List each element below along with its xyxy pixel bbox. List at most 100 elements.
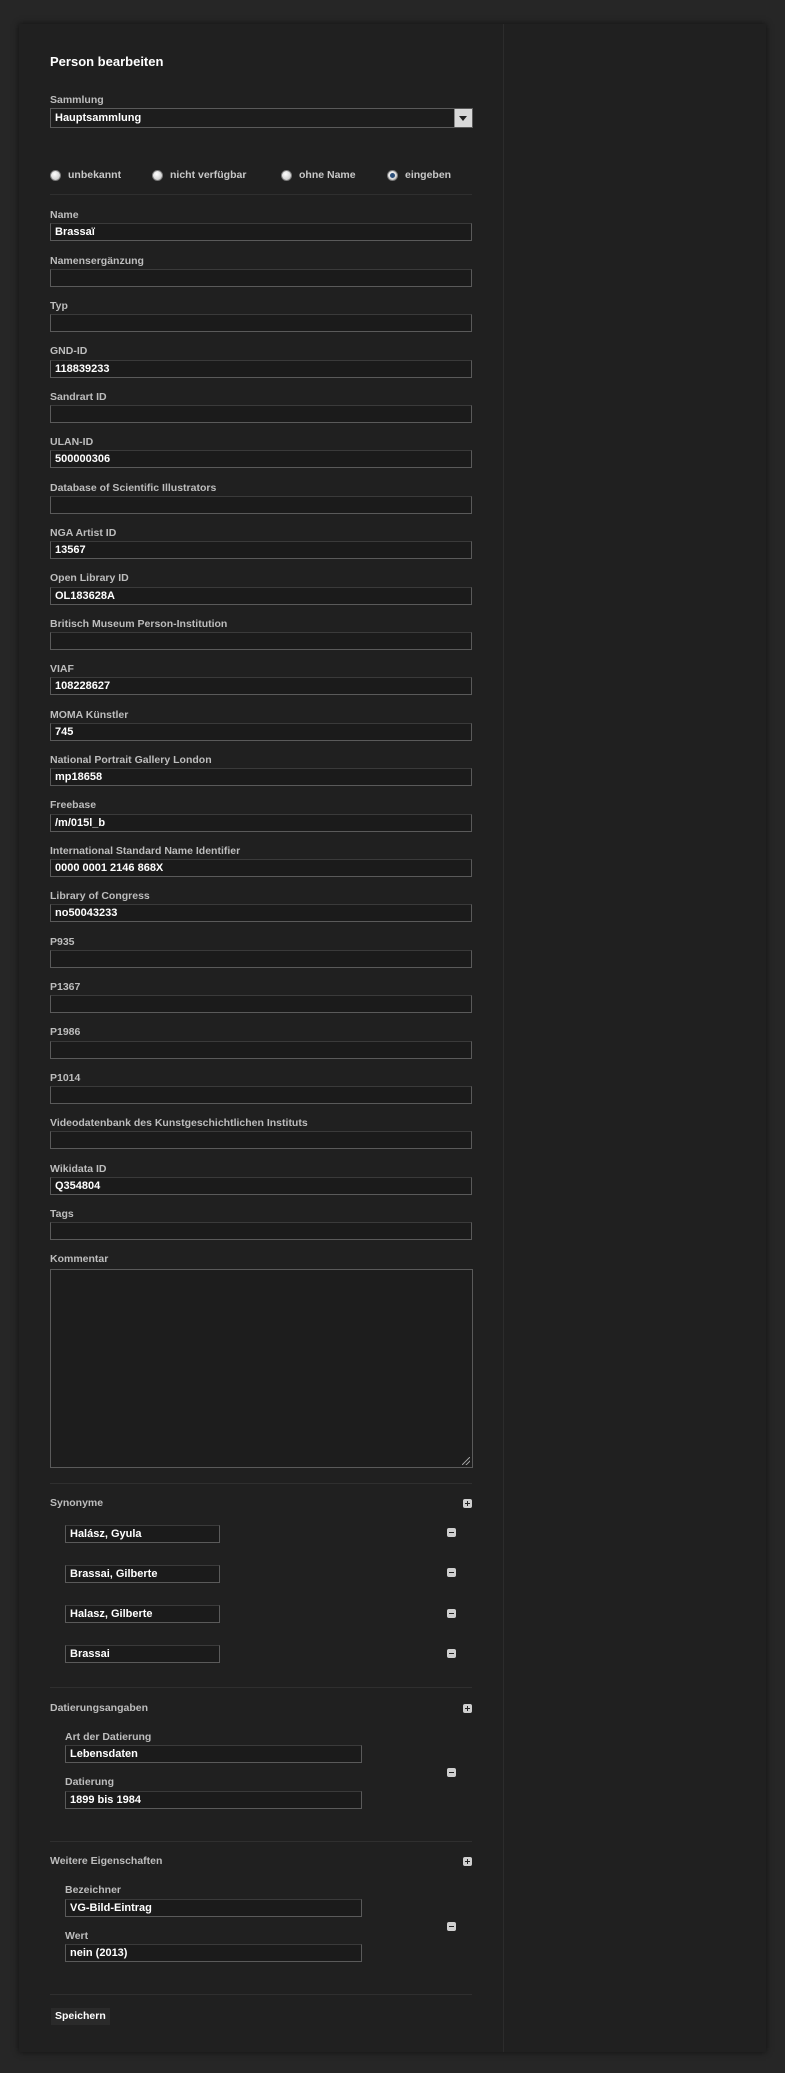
radio-label: ohne Name xyxy=(299,169,356,181)
p1986-field[interactable] xyxy=(50,1041,472,1059)
collection-value: Hauptsammlung xyxy=(55,112,142,124)
name-label: Name xyxy=(50,209,79,221)
edit-panel: Person bearbeiten Sammlung Hauptsammlung… xyxy=(19,24,766,2052)
resize-grip-icon[interactable] xyxy=(462,1457,470,1465)
radio-icon xyxy=(50,170,61,181)
divider xyxy=(50,1687,472,1688)
p935-label: P935 xyxy=(50,936,75,948)
synonyms-title: Synonyme xyxy=(50,1497,104,1509)
minus-icon xyxy=(449,1772,454,1773)
loc-label: Library of Congress xyxy=(50,890,150,902)
p935-field[interactable] xyxy=(50,950,472,968)
page-title: Person bearbeiten xyxy=(50,54,164,69)
remove-dating-button[interactable] xyxy=(447,1768,456,1777)
openlibrary-label: Open Library ID xyxy=(50,572,129,584)
tags-label: Tags xyxy=(50,1208,74,1220)
isni-field[interactable]: 0000 0001 2146 868X xyxy=(50,859,472,877)
dating-type-label: Art der Datierung xyxy=(65,1731,152,1743)
name-mode-radio-group: unbekannt nicht verfügbar ohne Name eing… xyxy=(50,169,494,183)
radio-selected-icon xyxy=(387,170,398,181)
isni-label: International Standard Name Identifier xyxy=(50,845,241,857)
type-field[interactable] xyxy=(50,314,472,332)
property-name-label: Bezeichner xyxy=(65,1884,122,1896)
dsi-label: Database of Scientific Illustrators xyxy=(50,482,217,494)
viaf-label: VIAF xyxy=(50,663,74,675)
synonym-field[interactable]: Halász, Gyula xyxy=(65,1525,220,1543)
property-value-label: Wert xyxy=(65,1930,89,1942)
britishmuseum-label: Britisch Museum Person-Institution xyxy=(50,618,228,630)
sandrart-label: Sandrart ID xyxy=(50,391,107,403)
plus-icon-stroke xyxy=(467,1706,468,1711)
freebase-label: Freebase xyxy=(50,799,97,811)
tags-field[interactable] xyxy=(50,1222,472,1240)
videodb-field[interactable] xyxy=(50,1131,472,1149)
name-field[interactable]: Brassaï xyxy=(50,223,472,241)
minus-icon xyxy=(449,1653,454,1654)
divider xyxy=(50,1483,472,1484)
minus-icon xyxy=(449,1613,454,1614)
plus-icon-stroke xyxy=(467,1501,468,1506)
radio-label: nicht verfügbar xyxy=(170,169,247,181)
name-addition-field[interactable] xyxy=(50,269,472,287)
wikidata-field[interactable]: Q354804 xyxy=(50,1177,472,1195)
nga-label: NGA Artist ID xyxy=(50,527,117,539)
radio-icon xyxy=(152,170,163,181)
synonym-field[interactable]: Halasz, Gilberte xyxy=(65,1605,220,1623)
synonym-field[interactable]: Brassai xyxy=(65,1645,220,1663)
gnd-field[interactable]: 118839233 xyxy=(50,360,472,378)
ulan-field[interactable]: 500000306 xyxy=(50,450,472,468)
radio-label: eingeben xyxy=(405,169,452,181)
p1986-label: P1986 xyxy=(50,1026,81,1038)
npg-label: National Portrait Gallery London xyxy=(50,754,212,766)
add-synonym-button[interactable] xyxy=(463,1499,472,1508)
comment-textarea[interactable] xyxy=(50,1269,473,1468)
synonym-field[interactable]: Brassai, Gilberte xyxy=(65,1565,220,1583)
p1014-field[interactable] xyxy=(50,1086,472,1104)
sandrart-field[interactable] xyxy=(50,405,472,423)
wikidata-label: Wikidata ID xyxy=(50,1163,107,1175)
properties-title: Weitere Eigenschaften xyxy=(50,1855,163,1867)
add-property-button[interactable] xyxy=(463,1857,472,1866)
chevron-down-icon[interactable] xyxy=(454,109,472,127)
collection-label: Sammlung xyxy=(50,94,104,106)
minus-icon xyxy=(449,1572,454,1573)
radio-label: unbekannt xyxy=(68,169,122,181)
dating-date-label: Datierung xyxy=(65,1776,115,1788)
dating-title: Datierungsangaben xyxy=(50,1702,149,1714)
remove-property-button[interactable] xyxy=(447,1922,456,1931)
divider xyxy=(50,1841,472,1842)
add-dating-button[interactable] xyxy=(463,1704,472,1713)
openlibrary-field[interactable]: OL183628A xyxy=(50,587,472,605)
freebase-field[interactable]: /m/015l_b xyxy=(50,814,472,832)
divider xyxy=(50,1994,472,1995)
britishmuseum-field[interactable] xyxy=(50,632,472,650)
collection-select[interactable]: Hauptsammlung xyxy=(50,108,473,128)
remove-synonym-button[interactable] xyxy=(447,1649,456,1658)
nga-field[interactable]: 13567 xyxy=(50,541,472,559)
minus-icon xyxy=(449,1532,454,1533)
gnd-label: GND-ID xyxy=(50,345,88,357)
dating-type-field[interactable]: Lebensdaten xyxy=(65,1745,362,1763)
comment-label: Kommentar xyxy=(50,1253,109,1265)
p1367-label: P1367 xyxy=(50,981,81,993)
loc-field[interactable]: no50043233 xyxy=(50,904,472,922)
name-addition-label: Namensergänzung xyxy=(50,255,144,267)
dsi-field[interactable] xyxy=(50,496,472,514)
property-name-field[interactable]: VG-Bild-Eintrag xyxy=(65,1899,362,1917)
sidebar-divider xyxy=(503,24,504,2052)
npg-field[interactable]: mp18658 xyxy=(50,768,472,786)
p1014-label: P1014 xyxy=(50,1072,81,1084)
plus-icon-stroke xyxy=(467,1859,468,1864)
videodb-label: Videodatenbank des Kunstgeschichtlichen … xyxy=(50,1117,308,1129)
remove-synonym-button[interactable] xyxy=(447,1528,456,1537)
p1367-field[interactable] xyxy=(50,995,472,1013)
moma-label: MOMA Künstler xyxy=(50,709,129,721)
viaf-field[interactable]: 108228627 xyxy=(50,677,472,695)
dating-date-field[interactable]: 1899 bis 1984 xyxy=(65,1791,362,1809)
property-value-field[interactable]: nein (2013) xyxy=(65,1944,362,1962)
remove-synonym-button[interactable] xyxy=(447,1568,456,1577)
save-button[interactable]: Speichern xyxy=(51,2008,110,2025)
remove-synonym-button[interactable] xyxy=(447,1609,456,1618)
moma-field[interactable]: 745 xyxy=(50,723,472,741)
type-label: Typ xyxy=(50,300,68,312)
